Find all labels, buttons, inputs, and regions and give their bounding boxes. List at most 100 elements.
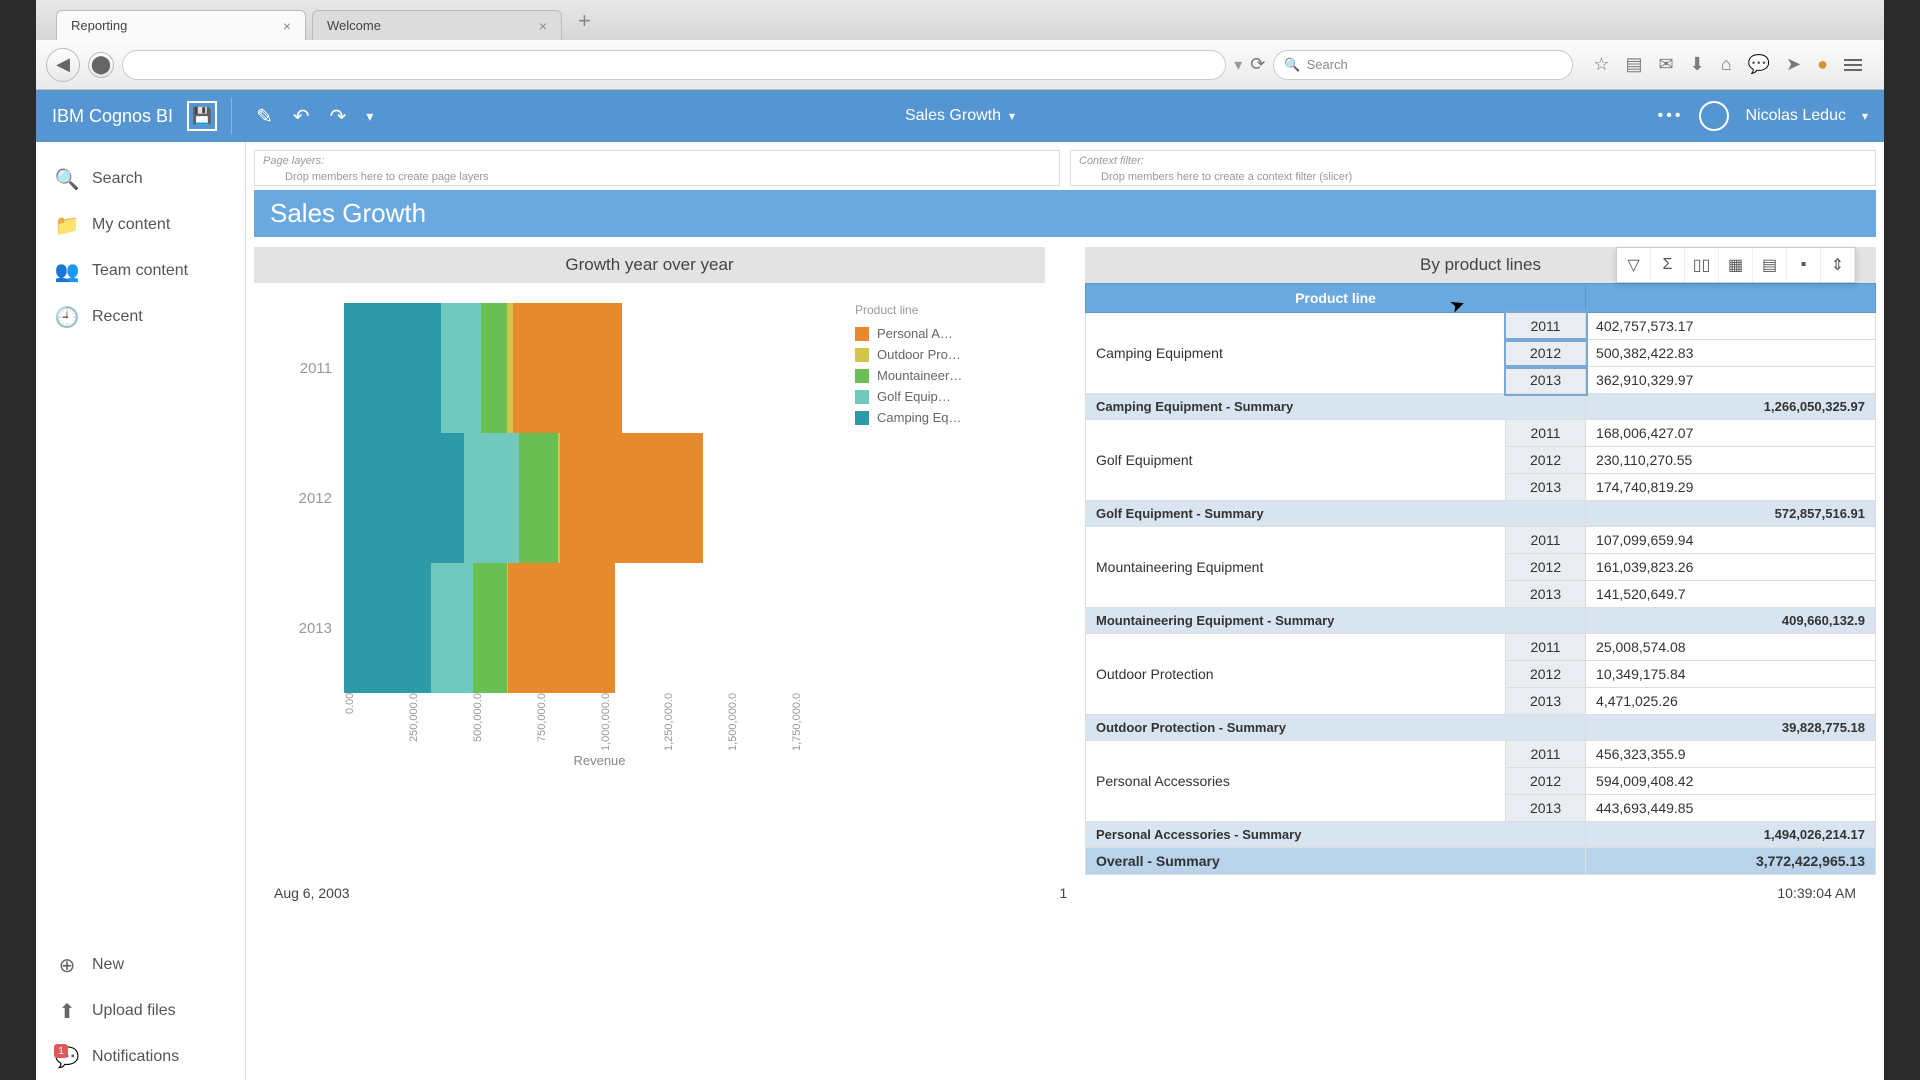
reload-icon[interactable]: ⟳ bbox=[1250, 54, 1265, 75]
summarize-icon[interactable]: Σ bbox=[1651, 248, 1685, 282]
new-tab-button[interactable]: + bbox=[568, 8, 601, 40]
chat-icon[interactable]: 💬 bbox=[1748, 54, 1770, 75]
bar-segment[interactable] bbox=[344, 303, 441, 433]
bar-segment[interactable] bbox=[508, 563, 614, 693]
crosstab-table[interactable]: Product line Camping Equipment2011402,75… bbox=[1085, 283, 1876, 875]
value-cell[interactable]: 402,757,573.17 bbox=[1586, 313, 1876, 340]
close-icon[interactable]: × bbox=[283, 18, 291, 34]
year-cell[interactable]: 2012 bbox=[1506, 340, 1586, 367]
browser-search-input[interactable]: 🔍 Search bbox=[1273, 50, 1573, 80]
bar-segment[interactable] bbox=[344, 433, 464, 563]
legend-swatch-icon bbox=[855, 390, 869, 404]
product-line-cell[interactable]: Golf Equipment bbox=[1086, 420, 1506, 501]
search-icon: 🔍 bbox=[56, 168, 78, 190]
value-cell[interactable]: 500,382,422.83 bbox=[1586, 340, 1876, 367]
year-cell[interactable]: 2013 bbox=[1506, 474, 1586, 501]
close-icon[interactable]: × bbox=[539, 18, 547, 34]
value-cell[interactable]: 107,099,659.94 bbox=[1586, 527, 1876, 554]
sidebar-item-recent[interactable]: 🕘 Recent bbox=[36, 294, 245, 340]
value-cell[interactable]: 174,740,819.29 bbox=[1586, 474, 1876, 501]
year-cell[interactable]: 2012 bbox=[1506, 768, 1586, 795]
value-cell[interactable]: 141,520,649.7 bbox=[1586, 581, 1876, 608]
app-header: IBM Cognos BI 💾 ✎ ↶ ↷ ▾ Sales Growth ▾ •… bbox=[36, 90, 1884, 142]
year-cell[interactable]: 2013 bbox=[1506, 795, 1586, 822]
year-cell[interactable]: 2011 bbox=[1506, 634, 1586, 661]
year-cell[interactable]: 2011 bbox=[1506, 420, 1586, 447]
sidebar-item-search[interactable]: 🔍 Search bbox=[36, 156, 245, 202]
bar-segment[interactable] bbox=[441, 303, 481, 433]
back-button[interactable]: ◀ bbox=[46, 48, 80, 82]
redo-icon[interactable]: ↷ bbox=[320, 104, 357, 129]
tab-label: Welcome bbox=[327, 18, 381, 33]
value-cell[interactable]: 161,039,823.26 bbox=[1586, 554, 1876, 581]
filter-icon[interactable]: ▽ bbox=[1617, 248, 1651, 282]
bar-segment[interactable] bbox=[513, 303, 623, 433]
edit-icon[interactable]: ✎ bbox=[246, 104, 283, 129]
undo-icon[interactable]: ↶ bbox=[283, 104, 320, 129]
bar-segment[interactable] bbox=[473, 563, 507, 693]
product-line-cell[interactable]: Outdoor Protection bbox=[1086, 634, 1506, 715]
home-icon[interactable]: ⌂ bbox=[1721, 54, 1732, 75]
mail-icon[interactable]: ✉ bbox=[1659, 54, 1674, 75]
report-name-dropdown[interactable]: Sales Growth ▾ bbox=[905, 107, 1015, 125]
value-cell[interactable]: 443,693,449.85 bbox=[1586, 795, 1876, 822]
download-icon[interactable]: ⬇ bbox=[1690, 54, 1705, 75]
browser-tab-welcome[interactable]: Welcome × bbox=[312, 10, 562, 40]
context-filter-dropzone[interactable]: Context filter: Drop members here to cre… bbox=[1070, 150, 1876, 186]
sidebar-item-team-content[interactable]: 👥 Team content bbox=[36, 248, 245, 294]
library-icon[interactable]: ▤ bbox=[1626, 54, 1643, 75]
product-line-cell[interactable]: Camping Equipment bbox=[1086, 313, 1506, 394]
year-cell[interactable]: 2013 bbox=[1506, 581, 1586, 608]
browser-address-bar: ◀ ⬤ ▾ ⟳ 🔍 Search ☆ ▤ ✉ ⬇ ⌂ 💬 ➤ ● bbox=[36, 40, 1884, 90]
product-line-cell[interactable]: Personal Accessories bbox=[1086, 741, 1506, 822]
bar-segment[interactable] bbox=[560, 433, 703, 563]
bookmark-icon[interactable]: ☆ bbox=[1593, 54, 1609, 75]
hamburger-icon[interactable] bbox=[1844, 54, 1862, 75]
value-cell[interactable]: 230,110,270.55 bbox=[1586, 447, 1876, 474]
chart-icon[interactable]: ▪ bbox=[1787, 248, 1821, 282]
year-cell[interactable]: 2013 bbox=[1506, 367, 1586, 394]
value-cell[interactable]: 4,471,025.26 bbox=[1586, 688, 1876, 715]
value-cell[interactable]: 168,006,427.07 bbox=[1586, 420, 1876, 447]
bar-segment[interactable] bbox=[464, 433, 519, 563]
year-cell[interactable]: 2012 bbox=[1506, 447, 1586, 474]
year-cell[interactable]: 2012 bbox=[1506, 661, 1586, 688]
extension-icon[interactable]: ● bbox=[1817, 54, 1828, 75]
sort-icon[interactable]: ⇕ bbox=[1821, 248, 1855, 282]
sidebar-item-upload[interactable]: ⬆ Upload files bbox=[36, 988, 245, 1034]
bar-segment[interactable] bbox=[431, 563, 473, 693]
site-identity-icon[interactable]: ⬤ bbox=[88, 52, 114, 78]
year-cell[interactable]: 2011 bbox=[1506, 527, 1586, 554]
avatar[interactable] bbox=[1699, 101, 1729, 131]
value-cell[interactable]: 25,008,574.08 bbox=[1586, 634, 1876, 661]
url-input[interactable] bbox=[122, 50, 1226, 80]
year-cell[interactable]: 2013 bbox=[1506, 688, 1586, 715]
sidebar-item-notifications[interactable]: 1 💬 Notifications bbox=[36, 1034, 245, 1080]
bar-segment[interactable] bbox=[481, 303, 507, 433]
bar-segment[interactable] bbox=[344, 563, 431, 693]
product-line-cell[interactable]: Mountaineering Equipment bbox=[1086, 527, 1506, 608]
table-icon[interactable]: ▤ bbox=[1753, 248, 1787, 282]
browser-tab-reporting[interactable]: Reporting × bbox=[56, 10, 306, 40]
sidebar-item-new[interactable]: ⊕ New bbox=[36, 942, 245, 988]
table-toolbar: ▽ Σ ▯▯ ▦ ▤ ▪ ⇕ bbox=[1616, 247, 1856, 283]
send-icon[interactable]: ➤ bbox=[1786, 54, 1801, 75]
year-cell[interactable]: 2011 bbox=[1506, 313, 1586, 340]
bar-segment[interactable] bbox=[519, 433, 558, 563]
chevron-down-icon[interactable]: ▾ bbox=[356, 108, 383, 125]
value-cell[interactable]: 10,349,175.84 bbox=[1586, 661, 1876, 688]
value-cell[interactable]: 456,323,355.9 bbox=[1586, 741, 1876, 768]
sidebar-item-my-content[interactable]: 📁 My content bbox=[36, 202, 245, 248]
more-icon[interactable]: ••• bbox=[1658, 107, 1684, 125]
value-cell[interactable]: 594,009,408.42 bbox=[1586, 768, 1876, 795]
year-cell[interactable]: 2011 bbox=[1506, 741, 1586, 768]
group-icon[interactable]: ▯▯ bbox=[1685, 248, 1719, 282]
dropdown-icon[interactable]: ▾ bbox=[1234, 55, 1242, 75]
page-layers-dropzone[interactable]: Page layers: Drop members here to create… bbox=[254, 150, 1060, 186]
chart[interactable]: 2011201220130.00250,000.0500,000.0750,00… bbox=[254, 283, 1045, 753]
year-cell[interactable]: 2012 bbox=[1506, 554, 1586, 581]
pivot-icon[interactable]: ▦ bbox=[1719, 248, 1753, 282]
save-icon[interactable]: 💾 bbox=[187, 101, 217, 131]
value-cell[interactable]: 362,910,329.97 bbox=[1586, 367, 1876, 394]
chevron-down-icon[interactable]: ▾ bbox=[1862, 109, 1868, 123]
